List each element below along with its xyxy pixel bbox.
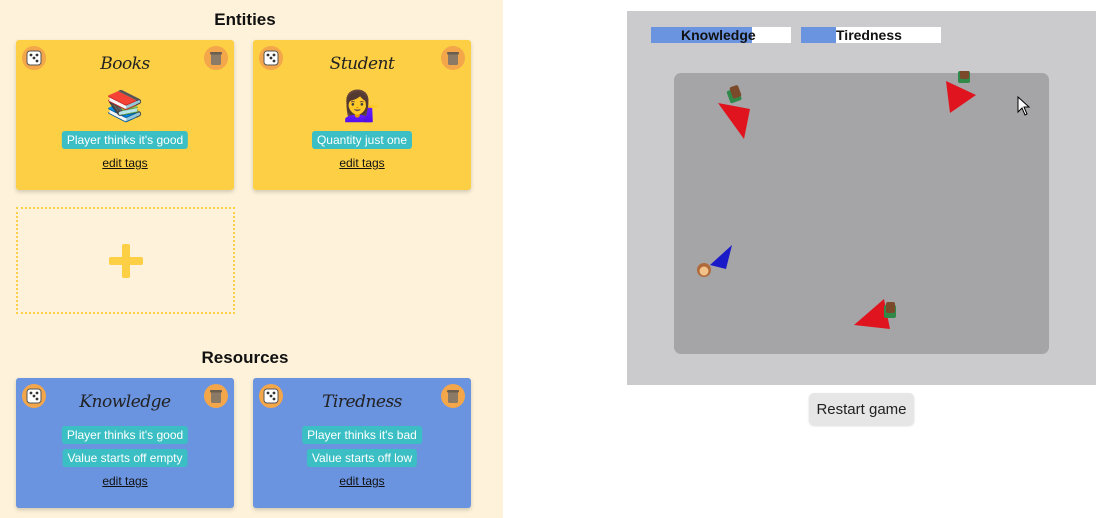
tag-chip[interactable]: Player thinks it's good — [61, 426, 189, 444]
knowledge-meter: Knowledge — [651, 27, 791, 43]
restart-game-button[interactable]: Restart game — [809, 393, 914, 425]
play-field[interactable] — [674, 71, 1049, 354]
game-editor-panel: Entities Books 📚 Player thinks it's good… — [0, 0, 503, 518]
game-preview[interactable]: Knowledge Tiredness — [627, 11, 1096, 385]
resources-heading: Resources — [201, 348, 289, 367]
books-enemy-sprite — [946, 71, 976, 113]
knowledge-meter-label: Knowledge — [681, 27, 756, 43]
edit-tags-link[interactable]: edit tags — [16, 156, 234, 170]
edit-tags-link[interactable]: edit tags — [253, 156, 471, 170]
books-enemy-sprite — [854, 299, 896, 329]
tag-chip[interactable]: Player thinks it's bad — [302, 426, 422, 444]
resource-card-knowledge: Knowledge Player thinks it's good Value … — [16, 378, 234, 508]
books-enemy-sprite — [718, 85, 750, 139]
tag-chip[interactable]: Quantity just one — [311, 131, 413, 149]
player-sprite — [697, 245, 732, 277]
plus-icon-bar — [109, 257, 143, 265]
entity-card-student: Student 💁‍♀️ Quantity just one edit tags — [253, 40, 471, 190]
mouse-cursor-icon — [1017, 96, 1031, 116]
tag-chip[interactable]: Value starts off low — [306, 449, 418, 467]
books-emoji: 📚 — [106, 90, 144, 123]
resource-name: Tiredness — [322, 392, 402, 412]
resource-name: Knowledge — [79, 392, 171, 412]
resource-card-tiredness: Tiredness Player thinks it's bad Value s… — [253, 378, 471, 508]
tag-chip[interactable]: Value starts off empty — [62, 449, 188, 467]
tiredness-meter-fill — [801, 27, 836, 43]
student-emoji: 💁‍♀️ — [343, 90, 381, 123]
tiredness-meter: Tiredness — [801, 27, 941, 43]
entity-card-books: Books 📚 Player thinks it's good edit tag… — [16, 40, 234, 190]
edit-tags-link[interactable]: edit tags — [253, 474, 471, 488]
tag-chip[interactable]: Player thinks it's good — [61, 131, 189, 149]
entity-name: Books — [100, 54, 150, 74]
edit-tags-link[interactable]: edit tags — [16, 474, 234, 488]
tiredness-meter-label: Tiredness — [836, 27, 902, 43]
entity-name: Student — [329, 54, 395, 74]
add-entity-button[interactable] — [16, 207, 235, 314]
entities-heading: Entities — [214, 10, 276, 29]
